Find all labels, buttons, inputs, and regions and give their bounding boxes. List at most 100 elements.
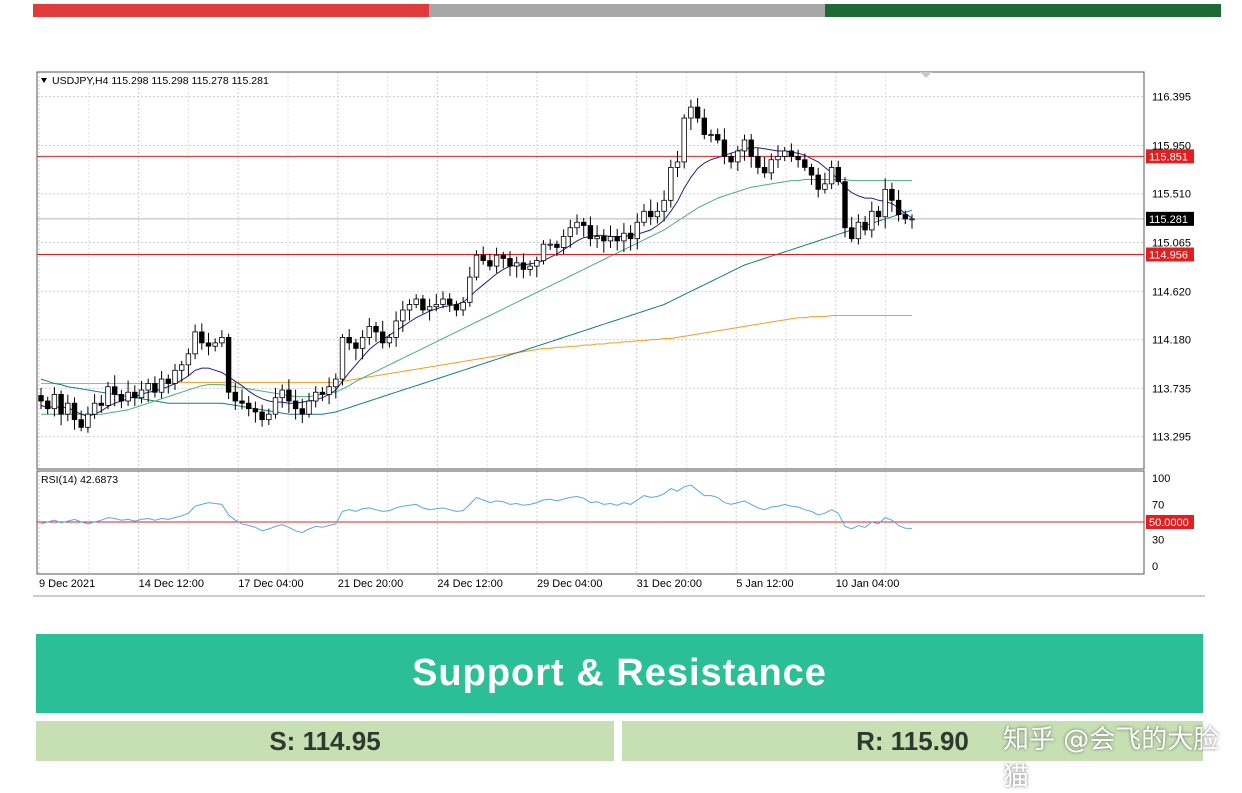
time-tick-label: 5 Jan 12:00	[736, 578, 794, 590]
candle-bull	[547, 243, 553, 246]
candle-bear	[78, 419, 84, 428]
candle-bear	[701, 117, 707, 135]
candle-bear	[795, 156, 801, 161]
time-tick-label: 24 Dec 12:00	[437, 578, 502, 590]
candle-bull	[594, 236, 600, 240]
time-tick-label: 10 Jan 04:00	[836, 578, 900, 590]
candle-bull	[306, 400, 312, 415]
candle-bull	[641, 210, 647, 223]
candle-bull	[406, 304, 413, 311]
candle-bull	[433, 304, 439, 308]
time-tick-label: 14 Dec 12:00	[139, 578, 204, 590]
candle-bull	[681, 117, 687, 163]
price-tick-label: 115.065	[1152, 238, 1191, 250]
candle-bull	[178, 364, 185, 371]
level-label: 114.956	[1149, 249, 1188, 261]
current-price-label: 115.281	[1149, 214, 1188, 226]
candle-bull	[560, 236, 567, 248]
candle-bear	[245, 402, 252, 410]
candle-bear	[849, 227, 855, 240]
candle-bull	[661, 199, 667, 212]
candle-bear	[842, 181, 848, 229]
candle-bear	[232, 391, 238, 402]
candle-bull	[654, 210, 661, 218]
rsi-tick-label: 100	[1152, 473, 1170, 485]
candle-bull	[279, 389, 285, 399]
candle-bear	[71, 402, 78, 421]
candle-bear	[815, 174, 821, 190]
candle-bull	[138, 389, 145, 399]
candle-bear	[601, 236, 607, 242]
candle-bull	[185, 353, 192, 366]
candle-bull	[326, 386, 332, 395]
candle-bull	[440, 298, 446, 305]
candle-bull	[621, 232, 627, 242]
strip-gray	[429, 4, 825, 17]
strip-green	[825, 4, 1221, 17]
candle-bull	[869, 210, 875, 231]
watermark: 知乎 @会飞的大脸猫	[1003, 725, 1220, 792]
candle-bear	[748, 139, 754, 157]
time-tick-label: 9 Dec 2021	[39, 578, 95, 590]
time-tick-label: 21 Dec 20:00	[338, 578, 403, 590]
candle-bull	[493, 254, 500, 267]
price-tick-label: 113.295	[1152, 432, 1191, 444]
color-strip	[33, 4, 1221, 17]
candle-bear	[118, 394, 125, 402]
candle-bear	[627, 232, 634, 240]
candle-bull	[828, 167, 835, 185]
candle-bear	[648, 210, 654, 218]
candle-bull	[634, 221, 640, 240]
candle-bear	[379, 331, 386, 344]
candle-bear	[614, 236, 620, 242]
level-label: 115.851	[1149, 151, 1188, 163]
candle-bear	[554, 243, 560, 248]
candle-bear	[38, 395, 44, 402]
candle-bear	[346, 336, 352, 344]
candle-bear	[58, 394, 64, 415]
candle-bull	[822, 183, 828, 190]
candle-bull	[172, 369, 178, 384]
rsi-tick-label: 70	[1152, 499, 1164, 511]
candle-bear	[835, 167, 841, 183]
candle-bull	[192, 331, 198, 355]
candle-bull	[333, 378, 339, 388]
candle-bull	[125, 391, 131, 402]
candle-bear	[808, 167, 815, 176]
candle-bull	[768, 159, 774, 174]
candle-bull	[782, 150, 788, 157]
candle-bear	[889, 188, 895, 201]
candle-bear	[802, 159, 808, 168]
candle-bear	[480, 254, 486, 262]
candle-bull	[882, 188, 888, 218]
candle-bear	[353, 342, 359, 349]
candle-bear	[225, 336, 232, 393]
candle-bear	[165, 378, 171, 384]
candle-bear	[587, 225, 594, 240]
strip-red	[33, 4, 429, 17]
candle-bull	[527, 265, 533, 270]
candle-bull	[393, 320, 399, 338]
time-tick-label: 17 Dec 04:00	[238, 578, 303, 590]
candle-bull	[272, 397, 279, 415]
candle-bull	[708, 134, 714, 136]
candle-bear	[453, 304, 460, 311]
candle-bull	[219, 336, 225, 344]
price-tick-label: 114.180	[1152, 335, 1191, 347]
sr-title: Support & Resistance	[36, 634, 1203, 713]
candle-bear	[694, 106, 701, 119]
candle-bear	[446, 298, 453, 305]
candle-bear	[152, 383, 158, 393]
candle-bear	[299, 408, 305, 415]
price-tick-label: 115.510	[1152, 189, 1191, 201]
candle-bear	[895, 199, 902, 215]
candle-bull	[855, 221, 862, 240]
candle-bear	[98, 402, 104, 406]
candle-bull	[51, 394, 58, 410]
candle-bull	[540, 243, 547, 262]
candle-bull	[266, 413, 272, 421]
candle-bull	[158, 378, 165, 393]
candle-bear	[112, 386, 118, 395]
candle-bull	[105, 386, 111, 406]
price-tick-label: 115.950	[1152, 140, 1191, 152]
